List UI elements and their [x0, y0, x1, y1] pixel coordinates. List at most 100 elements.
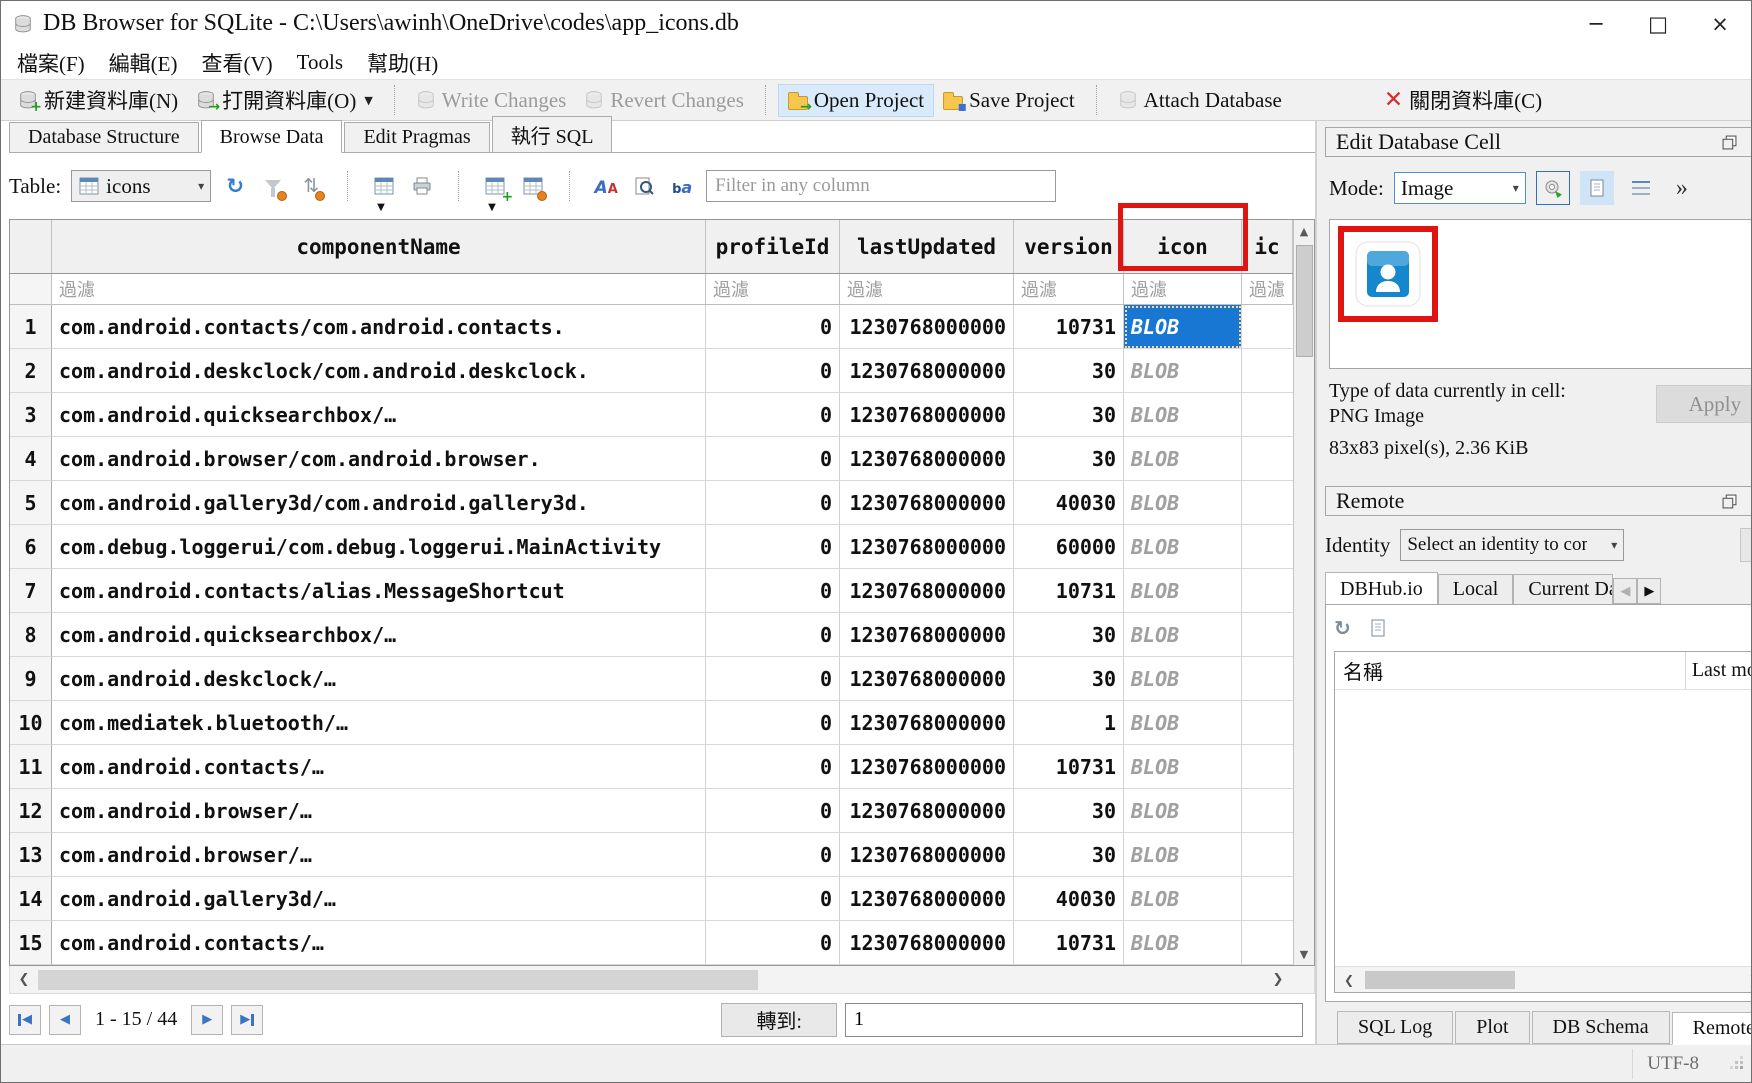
version-cell[interactable]: 1 [1014, 701, 1124, 745]
lastUpdated-cell[interactable]: 1230768000000 [840, 437, 1014, 481]
menu-help[interactable]: 幫助(H) [355, 46, 450, 80]
identity-select[interactable]: Select an identity to conne ▾ [1400, 529, 1624, 561]
remote-clone-icon[interactable] [1367, 617, 1389, 639]
icon-cell[interactable]: BLOB [1124, 525, 1242, 569]
componentName-cell[interactable]: com.android.deskclock/com.android.deskcl… [52, 349, 706, 393]
scroll-left-icon[interactable]: ❮ [1335, 967, 1363, 992]
lastUpdated-cell[interactable]: 1230768000000 [840, 877, 1014, 921]
icon-cell[interactable]: BLOB [1124, 349, 1242, 393]
row-number[interactable]: 13 [10, 833, 52, 877]
tab-database-structure[interactable]: Database Structure [9, 122, 199, 152]
clipped-cell[interactable] [1242, 481, 1293, 525]
filter-any-column-input[interactable] [706, 170, 1056, 202]
icon-cell[interactable]: BLOB [1124, 833, 1242, 877]
tab-sql-log[interactable]: SQL Log [1337, 1011, 1453, 1044]
clipped-cell[interactable] [1242, 745, 1293, 789]
scroll-right-icon[interactable]: ❯ [1740, 967, 1752, 992]
filter-clipped[interactable]: 過濾 [1242, 274, 1293, 304]
clipped-cell[interactable] [1242, 877, 1293, 921]
float-dock-icon[interactable] [1722, 494, 1737, 509]
overflow-chevron-icon[interactable]: » [1676, 175, 1688, 202]
row-number[interactable]: 9 [10, 657, 52, 701]
lastUpdated-cell[interactable]: 1230768000000 [840, 525, 1014, 569]
encoding-button[interactable]: ba [668, 172, 696, 200]
close-button[interactable]: × [1689, 1, 1751, 46]
row-number[interactable]: 14 [10, 877, 52, 921]
version-cell[interactable]: 60000 [1014, 525, 1124, 569]
menu-file[interactable]: 檔案(F) [5, 46, 97, 80]
remote-list-column-name[interactable]: 名稱 [1335, 652, 1686, 689]
version-cell[interactable]: 40030 [1014, 877, 1124, 921]
delete-record-button[interactable] [519, 172, 547, 200]
clipped-cell[interactable] [1242, 657, 1293, 701]
lastUpdated-cell[interactable]: 1230768000000 [840, 833, 1014, 877]
componentName-cell[interactable]: com.android.contacts/alias.MessageShortc… [52, 569, 706, 613]
row-number[interactable]: 4 [10, 437, 52, 481]
profileId-cell[interactable]: 0 [706, 833, 840, 877]
row-number[interactable]: 15 [10, 921, 52, 965]
profileId-cell[interactable]: 0 [706, 481, 840, 525]
scroll-down-icon[interactable]: ▼ [1294, 943, 1314, 965]
import-data-button[interactable] [1536, 171, 1570, 205]
lastUpdated-cell[interactable]: 1230768000000 [840, 481, 1014, 525]
icon-cell[interactable]: BLOB [1124, 305, 1242, 349]
componentName-cell[interactable]: com.android.browser/com.android.browser. [52, 437, 706, 481]
apply-button[interactable]: Apply [1656, 385, 1752, 423]
remote-list-column-last-modified[interactable]: Last mo [1686, 652, 1752, 689]
next-page-button[interactable]: ▶ [191, 1005, 223, 1035]
tab-scroll-right-icon[interactable]: ▶ [1637, 578, 1661, 604]
column-header-componentName[interactable]: componentName [52, 220, 706, 273]
row-number[interactable]: 2 [10, 349, 52, 393]
filter-profileId[interactable]: 過濾 [706, 274, 840, 304]
row-number[interactable]: 12 [10, 789, 52, 833]
row-number[interactable]: 3 [10, 393, 52, 437]
insert-record-dropdown-icon[interactable]: ▼ [488, 202, 496, 213]
icon-cell[interactable]: BLOB [1124, 613, 1242, 657]
lastUpdated-cell[interactable]: 1230768000000 [840, 349, 1014, 393]
tab-local[interactable]: Local [1438, 574, 1514, 604]
find-in-table-button[interactable] [630, 172, 658, 200]
mode-select[interactable]: Image ▾ [1394, 172, 1526, 204]
tab-remote[interactable]: Remote [1672, 1012, 1752, 1045]
menu-view[interactable]: 查看(V) [190, 46, 285, 80]
componentName-cell[interactable]: com.android.gallery3d/… [52, 877, 706, 921]
componentName-cell[interactable]: com.android.quicksearchbox/… [52, 393, 706, 437]
filter-lastUpdated[interactable]: 過濾 [840, 274, 1014, 304]
clipped-cell[interactable] [1242, 393, 1293, 437]
row-number[interactable]: 8 [10, 613, 52, 657]
componentName-cell[interactable]: com.mediatek.bluetooth/… [52, 701, 706, 745]
icon-cell[interactable]: BLOB [1124, 921, 1242, 965]
filter-version[interactable]: 過濾 [1014, 274, 1124, 304]
previous-page-button[interactable]: ◀ [49, 1005, 81, 1035]
save-results-button[interactable]: ▼ [370, 172, 398, 200]
encoding-indicator[interactable]: UTF-8 [1632, 1049, 1729, 1079]
clipped-cell[interactable] [1242, 349, 1293, 393]
column-header-clipped[interactable]: ic [1242, 220, 1293, 273]
icon-cell[interactable]: BLOB [1124, 877, 1242, 921]
attach-database-button[interactable]: Attach Database [1109, 85, 1291, 116]
profileId-cell[interactable]: 0 [706, 789, 840, 833]
filter-icon-column[interactable]: 過濾 [1124, 274, 1242, 304]
remote-scrollbar-thumb[interactable] [1365, 971, 1515, 989]
vertical-scrollbar-thumb[interactable] [1296, 245, 1313, 357]
row-number[interactable]: 11 [10, 745, 52, 789]
print-button[interactable] [408, 172, 436, 200]
icon-cell[interactable]: BLOB [1124, 701, 1242, 745]
clipped-cell[interactable] [1242, 789, 1293, 833]
tab-dbhub[interactable]: DBHub.io [1325, 572, 1438, 604]
clipped-cell[interactable] [1242, 525, 1293, 569]
version-cell[interactable]: 30 [1014, 657, 1124, 701]
tab-edit-pragmas[interactable]: Edit Pragmas [344, 122, 489, 152]
profileId-cell[interactable]: 0 [706, 305, 840, 349]
icon-cell[interactable]: BLOB [1124, 657, 1242, 701]
clipped-cell[interactable] [1242, 437, 1293, 481]
row-number[interactable]: 5 [10, 481, 52, 525]
profileId-cell[interactable]: 0 [706, 393, 840, 437]
componentName-cell[interactable]: com.android.deskclock/… [52, 657, 706, 701]
open-database-dropdown-icon[interactable]: ▼ [364, 94, 372, 107]
menu-tools[interactable]: Tools [285, 48, 355, 77]
componentName-cell[interactable]: com.android.contacts/com.android.contact… [52, 305, 706, 349]
version-cell[interactable]: 30 [1014, 833, 1124, 877]
save-results-dropdown-icon[interactable]: ▼ [377, 202, 385, 213]
profileId-cell[interactable]: 0 [706, 437, 840, 481]
